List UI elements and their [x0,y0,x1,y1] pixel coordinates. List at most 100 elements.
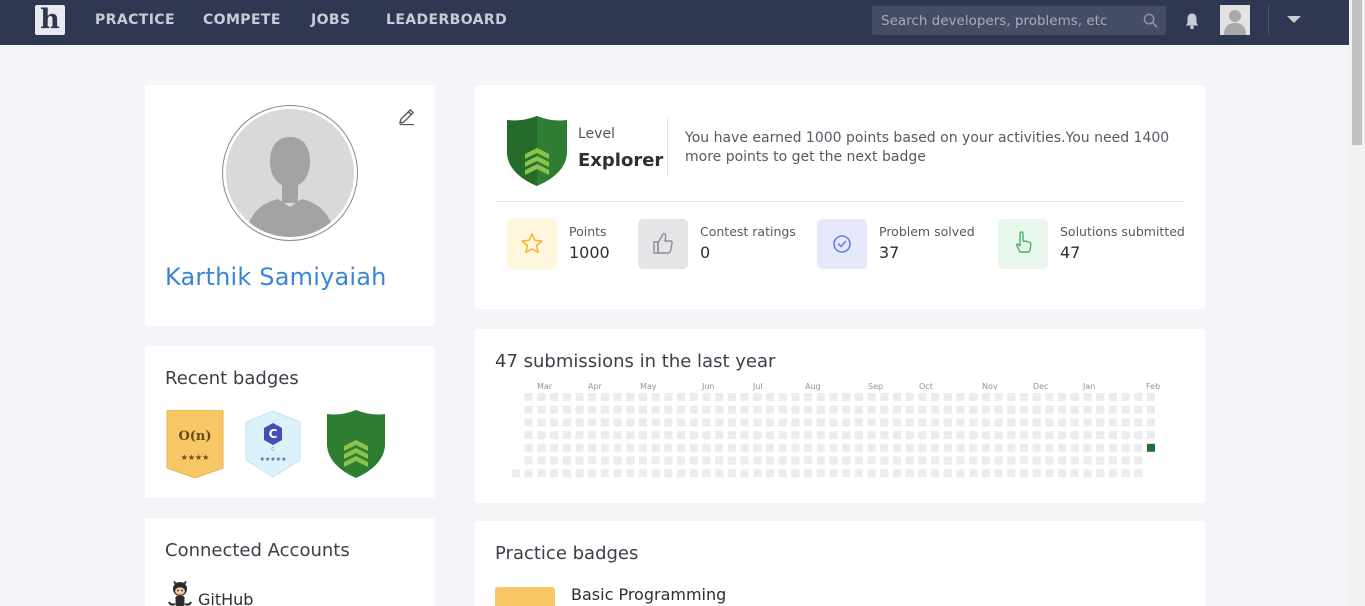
heatmap-cell [956,418,965,427]
hackerearth-logo[interactable]: h [35,5,65,35]
heatmap-cell [753,393,762,401]
heatmap-cell [1020,405,1028,414]
heatmap-cell [981,469,990,478]
heatmap-cell [1096,418,1105,427]
heatmap-cell [1108,469,1117,478]
heatmap-cell [651,469,660,478]
heatmap-cell [867,456,876,465]
chevron-down-icon[interactable] [1287,16,1301,23]
heatmap-cell [639,418,647,427]
heatmap-cell [981,431,990,440]
heatmap-cell [918,393,927,401]
heatmap-cell [905,393,914,401]
heatmap-cell [994,405,1003,414]
heatmap-cell [740,431,749,440]
heatmap-cell [778,469,787,478]
heatmap-cell [702,456,711,465]
heatmap-cell [943,393,952,401]
heatmap-cell [677,393,686,401]
heatmap-cell [639,393,647,401]
heatmap-cell [651,456,660,465]
heatmap-cell [639,456,647,465]
heatmap-cell [905,469,914,478]
heatmap-cell [1096,405,1105,414]
heatmap-cell [740,469,749,478]
nav-leaderboard[interactable]: LEADERBOARD [386,12,507,28]
heatmap-cell [537,418,546,427]
github-account-link[interactable]: GitHub [198,590,253,606]
badge-text: C [269,427,278,441]
heatmap-cell [766,418,774,427]
heatmap-cell [613,469,622,478]
connected-accounts-title: Connected Accounts [165,540,350,561]
level-value: Explorer [578,150,664,171]
heatmap-cell [626,431,635,440]
heatmap-cell [753,418,762,427]
profile-name[interactable]: Karthik Samiyaiah [165,263,387,291]
heatmap-cell [550,456,559,465]
heatmap-cell [1147,431,1155,440]
search-icon[interactable] [1143,13,1158,28]
heatmap-cell [1121,393,1130,401]
heatmap-cell [1007,405,1016,414]
heatmap-cell [715,443,724,452]
heatmap-cell [1058,469,1067,478]
search-input[interactable] [872,6,1166,35]
heatmap-cell [956,443,965,452]
heatmap-cell [727,418,736,427]
heatmap-cell [969,418,978,427]
explorer-level-badge[interactable] [325,410,387,478]
level-message: You have earned 1000 points based on you… [685,130,1170,165]
heatmap-cell [727,469,736,478]
heatmap-cell [931,456,940,465]
heatmap-cell [588,456,597,465]
heatmap-cell [905,456,914,465]
heatmap-cell [816,456,825,465]
edit-pencil-icon[interactable] [397,107,416,126]
heatmap-cell [1134,393,1143,401]
heatmap-cell [804,469,813,478]
nav-practice[interactable]: PRACTICE [95,12,175,28]
heatmap-cell [854,431,863,440]
heatmap-cell [664,456,673,465]
nav-jobs[interactable]: JOBS [311,12,350,28]
scrollbar-thumb[interactable] [1352,0,1362,145]
c-language-badge[interactable]: C C ★★★★★ [244,410,302,478]
heatmap-cell [956,405,965,414]
heatmap-cell [791,469,800,478]
heatmap-cell [537,431,546,440]
thumbs-up-icon [653,233,673,254]
heatmap-cell [639,431,647,440]
avatar[interactable] [1220,5,1250,35]
heatmap-cell [791,393,800,401]
heatmap-cell [727,456,736,465]
heatmap-cell [1045,405,1054,414]
heatmap-cell [727,393,736,401]
connected-accounts-card: Connected Accounts GitHub [145,518,435,606]
heatmap-cell [829,431,838,440]
practice-badges-card: Practice badges Basic Programming [475,521,1205,606]
heatmap-cell [994,418,1003,427]
stat-value: 37 [879,243,900,262]
heatmap-cell [664,393,673,401]
bell-icon[interactable] [1184,12,1200,30]
heatmap-cell [677,431,686,440]
heatmap-cell [918,431,927,440]
heatmap-cell [842,456,851,465]
complexity-badge[interactable]: O(n) ★★★★ [165,410,225,478]
heatmap-cell [575,393,584,401]
nav-compete[interactable]: COMPETE [203,12,281,28]
heatmap-cell [600,469,609,478]
heatmap-cell [943,418,952,427]
section-divider [495,201,1185,202]
heatmap-cell [1058,418,1067,427]
heatmap-cell [664,418,673,427]
star-icon [521,233,543,254]
heatmap-cell [931,443,940,452]
heatmap-cell [918,456,927,465]
heatmap-cell [969,456,978,465]
heatmap-cell [956,431,965,440]
practice-badge-name[interactable]: Basic Programming [571,585,726,604]
heatmap-cell [600,393,609,401]
heatmap-cell [766,443,774,452]
